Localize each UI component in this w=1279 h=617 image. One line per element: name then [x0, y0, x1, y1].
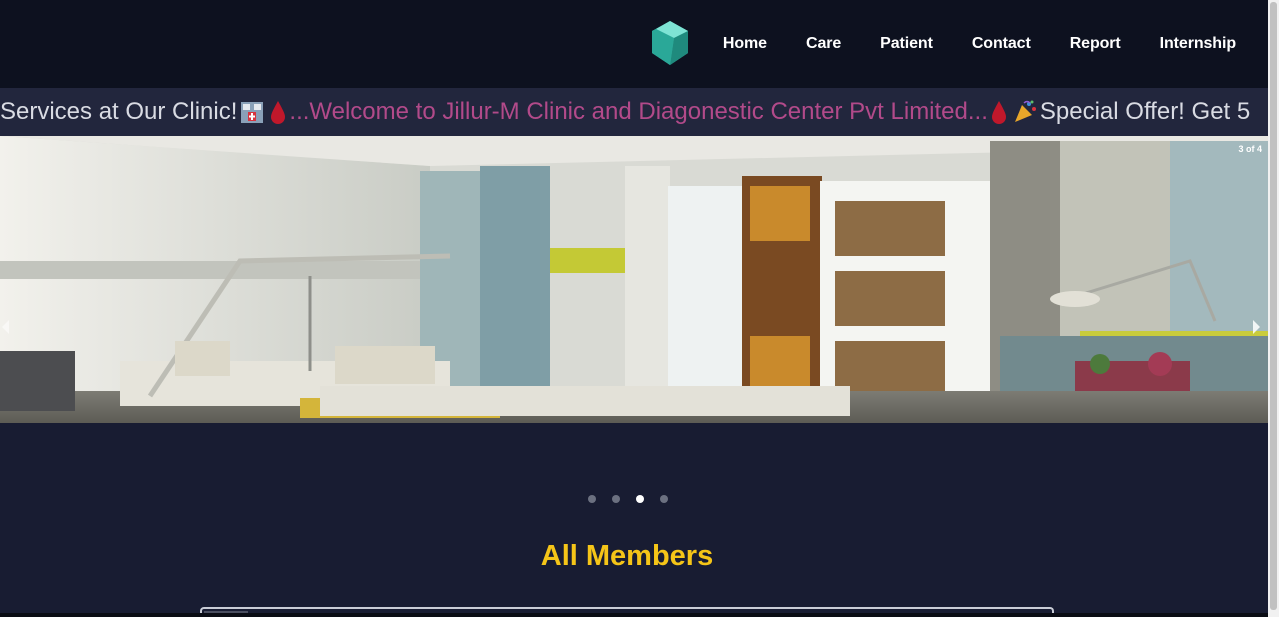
bottom-strip: [0, 613, 1279, 617]
navbar: Home Care Patient Contact Report Interns…: [0, 0, 1268, 88]
blood-drop-icon: [271, 101, 286, 124]
carousel-indicators: [588, 495, 668, 503]
carousel-prev-button[interactable]: [2, 320, 9, 334]
nav-report[interactable]: Report: [1070, 35, 1121, 53]
party-popper-icon: [1014, 100, 1036, 122]
announcement-marquee: Services at Our Clinic! ...Welcome to Ji…: [0, 88, 1268, 136]
nav-internship[interactable]: Internship: [1160, 35, 1236, 53]
marquee-services-text: Services at Our Clinic!: [0, 98, 238, 125]
carousel-dot-3[interactable]: [636, 495, 644, 503]
marquee-offer-text: Special Offer! Get 5: [1039, 98, 1251, 125]
carousel-dot-2[interactable]: [612, 495, 620, 503]
slide-counter: 3 of 4: [1238, 144, 1262, 154]
nav-contact[interactable]: Contact: [972, 35, 1031, 53]
gem-logo-icon[interactable]: [650, 20, 690, 66]
blood-drop-icon: [991, 101, 1006, 124]
nav-care[interactable]: Care: [806, 35, 841, 53]
carousel-next-button[interactable]: [1253, 320, 1260, 334]
marquee-track: Services at Our Clinic! ...Welcome to Ji…: [0, 98, 1250, 126]
page-scrollbar[interactable]: [1268, 0, 1279, 617]
carousel-dot-4[interactable]: [660, 495, 668, 503]
scrollbar-thumb[interactable]: [1270, 2, 1277, 610]
nav-patient[interactable]: Patient: [880, 35, 933, 53]
marquee-welcome-text: ...Welcome to Jillur-M Clinic and Diagon…: [289, 98, 988, 125]
hospital-room-image: [0, 136, 1268, 423]
nav-menu: Home Care Patient Contact Report Interns…: [723, 0, 1236, 88]
hero-carousel: 3 of 4: [0, 136, 1268, 423]
section-heading: All Members: [540, 540, 714, 572]
hospital-icon: [241, 102, 264, 123]
nav-home[interactable]: Home: [723, 35, 767, 53]
carousel-dot-1[interactable]: [588, 495, 596, 503]
